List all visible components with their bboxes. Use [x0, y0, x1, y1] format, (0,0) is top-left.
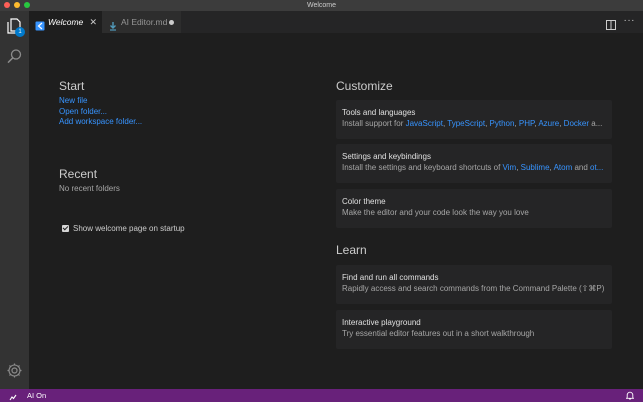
sublime-link[interactable]: Sublime [521, 163, 550, 172]
card-desc: Install the settings and keyboard shortc… [342, 163, 604, 172]
customize-heading: Customize [336, 79, 393, 93]
card-desc: Install support for JavaScript, TypeScri… [342, 119, 603, 128]
vscode-window: Welcome 1 Welcome ✕ AI Editor.md ··· Sta… [0, 0, 643, 402]
azure-link[interactable]: Azure [538, 119, 559, 128]
editor-tab-bar: Welcome ✕ AI Editor.md ··· [29, 11, 643, 33]
title-bar: Welcome [0, 0, 643, 11]
vscode-logo-icon [35, 17, 45, 31]
status-bar: AI On [0, 389, 643, 402]
no-recent-folders: No recent folders [59, 184, 120, 193]
tab-ai-editor-label: AI Editor.md [121, 17, 168, 27]
split-editor-icon[interactable] [606, 17, 616, 30]
start-heading: Start [59, 79, 85, 93]
markdown-file-icon [108, 17, 118, 31]
settings-and-keybindings-card[interactable]: Settings and keybindings Install the set… [336, 144, 612, 183]
tab-ai-editor[interactable]: AI Editor.md [102, 11, 181, 33]
remote-icon[interactable] [9, 392, 17, 401]
card-desc: Try essential editor features out in a s… [342, 329, 535, 338]
find-and-run-commands-card[interactable]: Find and run all commands Rapidly access… [336, 265, 612, 304]
startup-checkbox[interactable] [62, 225, 69, 232]
tab-welcome[interactable]: Welcome ✕ [29, 11, 102, 33]
javascript-link[interactable]: JavaScript [406, 119, 443, 128]
tools-and-languages-card[interactable]: Tools and languages Install support for … [336, 100, 612, 139]
php-link[interactable]: PHP [519, 119, 534, 128]
interactive-playground-card[interactable]: Interactive playground Try essential edi… [336, 310, 612, 349]
card-title: Settings and keybindings [342, 152, 431, 161]
others-link[interactable]: ot... [590, 163, 603, 172]
card-title: Color theme [342, 197, 386, 206]
recent-heading: Recent [59, 167, 98, 181]
bell-icon[interactable] [625, 391, 635, 400]
color-theme-card[interactable]: Color theme Make the editor and your cod… [336, 189, 612, 228]
editor-actions: ··· [595, 11, 635, 33]
card-desc: Make the editor and your code look the w… [342, 208, 529, 217]
explorer-badge: 1 [15, 27, 25, 37]
close-tab-icon[interactable]: ✕ [89, 11, 97, 33]
show-welcome-on-startup[interactable]: Show welcome page on startup [62, 224, 185, 233]
card-desc: Rapidly access and search commands from … [342, 284, 605, 293]
startup-label: Show welcome page on startup [73, 224, 185, 233]
search-icon[interactable] [5, 47, 24, 66]
unsaved-dot-icon [169, 20, 174, 25]
learn-heading: Learn [336, 243, 367, 257]
new-file-link[interactable]: New file [59, 96, 87, 105]
docker-link[interactable]: Docker [564, 119, 589, 128]
welcome-page: Start New file Open folder... Add worksp… [29, 33, 643, 389]
tab-welcome-label: Welcome [48, 17, 84, 27]
card-title: Tools and languages [342, 108, 416, 117]
gear-icon[interactable] [5, 361, 24, 380]
activity-bar: 1 [0, 11, 29, 389]
python-link[interactable]: Python [490, 119, 515, 128]
card-title: Find and run all commands [342, 273, 439, 282]
card-title: Interactive playground [342, 318, 421, 327]
vim-link[interactable]: Vim [503, 163, 517, 172]
atom-link[interactable]: Atom [554, 163, 573, 172]
window-title: Welcome [306, 2, 337, 9]
ai-status[interactable]: AI On [27, 389, 46, 402]
add-workspace-folder-link[interactable]: Add workspace folder... [59, 117, 142, 126]
open-folder-link[interactable]: Open folder... [59, 107, 107, 116]
typescript-link[interactable]: TypeScript [447, 119, 485, 128]
more-actions-icon[interactable]: ··· [624, 15, 636, 26]
